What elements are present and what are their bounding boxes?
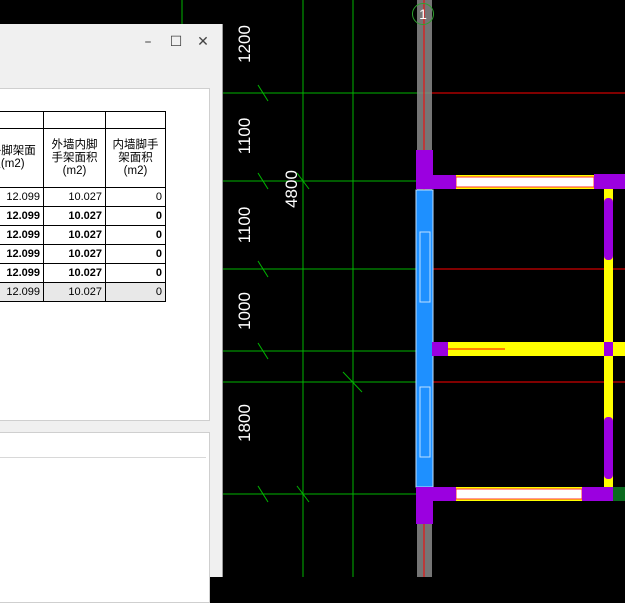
table-cell[interactable]: 0 [105,206,166,226]
maximize-button[interactable]: ☐ [168,34,184,50]
column [582,487,613,501]
table-cell[interactable]: 10.027 [43,187,106,207]
door-right [604,417,613,479]
table-cell[interactable]: 12.099 [0,282,44,302]
table-cell[interactable]: 12.099 [0,244,44,264]
title-bar: – ☐ ✕ [0,24,222,64]
table-cell[interactable]: 10.027 [43,282,106,302]
table-cell[interactable]: 10.027 [43,263,106,283]
table-row: 12.099 10.027 0 [0,263,166,283]
detail-panel [0,432,210,603]
table-cell[interactable]: 0 [105,187,166,207]
green-element [613,487,625,501]
column-header[interactable]: 外墙内脚手架面积(m2) [43,128,106,188]
column [433,487,456,501]
column [594,174,625,189]
dimension-text: 1800 [235,404,254,442]
report-dialog: – ☐ ✕ 墙外脚架面积(m2) 外墙内脚手架面积(m2) 内墙脚手架面积(m2… [0,24,223,603]
axis-label: 1 [419,6,427,22]
table-cell[interactable]: 0 [105,225,166,245]
detail-panel-header [0,433,206,458]
column [432,342,448,356]
column [416,150,433,189]
table-row: 12.099 10.027 0 [0,206,166,226]
window-bottom [455,488,583,500]
dimension-text: 1100 [235,117,254,155]
window-top [455,176,595,188]
table-cell[interactable]: 12.099 [0,187,44,207]
table-cell[interactable]: 0 [105,282,166,302]
table-cell[interactable]: 12.099 [0,225,44,245]
column-header[interactable]: 内墙脚手架面积(m2) [105,128,166,188]
minimize-button[interactable]: – [140,34,156,50]
column [433,175,456,189]
scaffold-area-table: 墙外脚架面积(m2) 外墙内脚手架面积(m2) 内墙脚手架面积(m2) 12.0… [0,111,166,302]
table-cell[interactable]: 0 [105,244,166,264]
column [604,342,613,356]
table-cell[interactable]: 12.099 [0,263,44,283]
table-row: 12.099 10.027 0 [0,282,166,302]
dimension-text: 1100 [235,206,254,244]
close-button[interactable]: ✕ [195,34,211,50]
column [416,487,433,524]
table-cell[interactable]: 10.027 [43,206,106,226]
overall-dimension-text: 4800 [282,170,301,208]
column-header[interactable]: 墙外脚架面积(m2) [0,128,44,188]
table-cell[interactable]: 10.027 [43,225,106,245]
dimension-text: 1000 [235,292,254,330]
door-right [604,198,613,260]
axis-bubble: 1 [412,3,434,25]
table-cell[interactable]: 10.027 [43,244,106,264]
table-row: 12.099 10.027 0 [0,244,166,264]
table-row: 12.099 10.027 0 [0,187,166,207]
table-cell[interactable]: 12.099 [0,206,44,226]
dimension-text: 1200 [235,25,254,63]
table-cell[interactable]: 0 [105,263,166,283]
table-row: 12.099 10.027 0 [0,225,166,245]
